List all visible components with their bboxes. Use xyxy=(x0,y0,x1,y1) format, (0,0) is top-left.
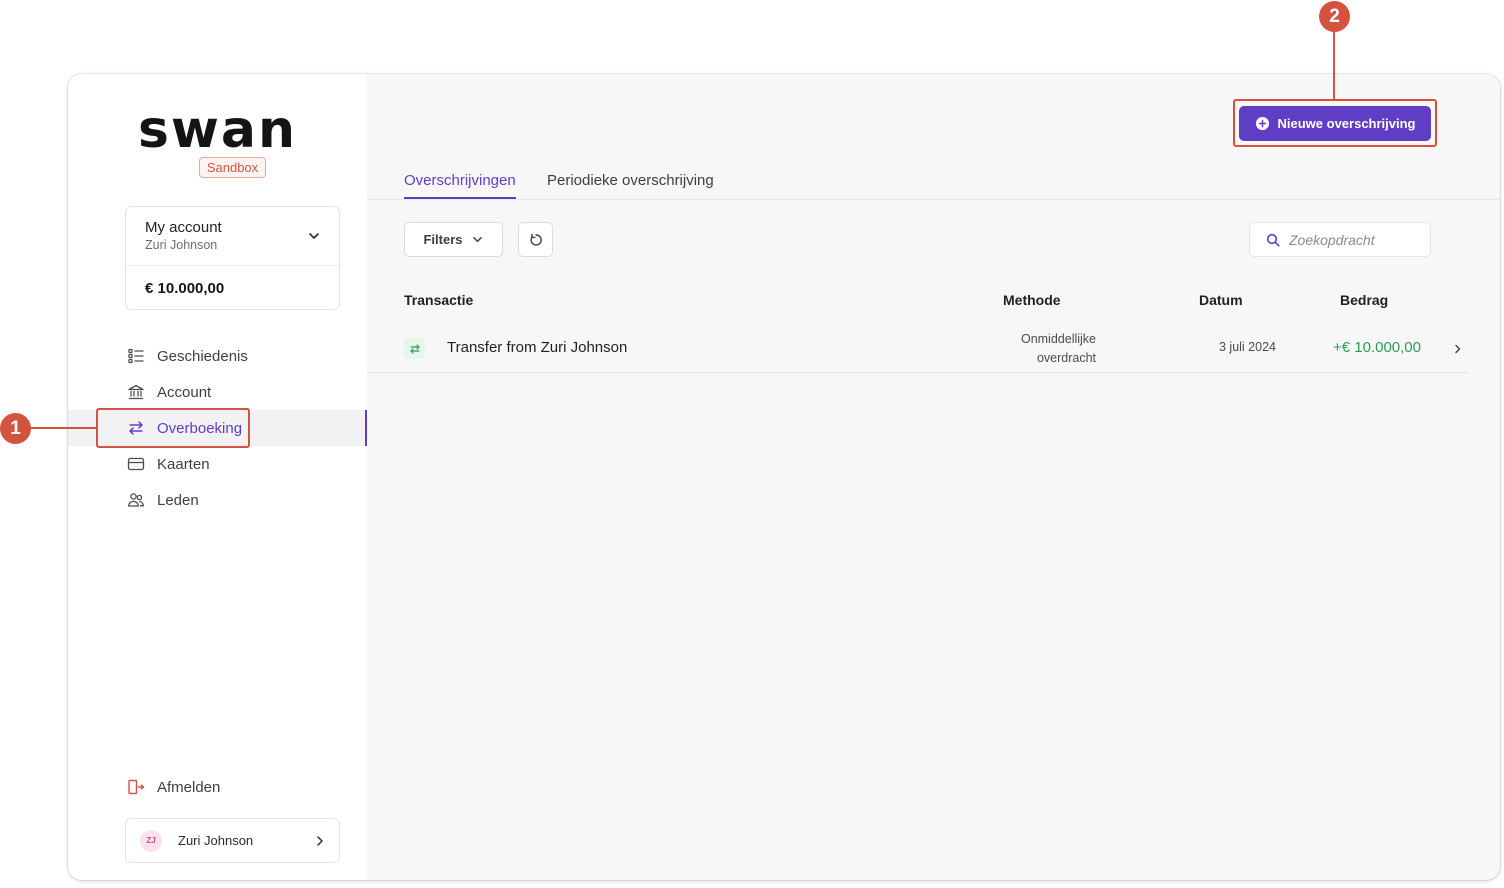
annotation-box-2 xyxy=(1233,99,1437,147)
sidebar-item-geschiedenis[interactable]: Geschiedenis xyxy=(68,338,367,374)
annotation-marker-2: 2 xyxy=(1319,1,1350,32)
annotation-box-1 xyxy=(96,408,250,448)
sidebar-item-label: Kaarten xyxy=(157,455,210,473)
tab-overschrijvingen[interactable]: Overschrijvingen xyxy=(404,172,516,199)
search-input[interactable] xyxy=(1289,231,1419,248)
filters-label: Filters xyxy=(423,232,463,247)
sidebar-item-label: Leden xyxy=(157,491,199,509)
transaction-method-line1: Onmiddellijke xyxy=(1020,332,1096,346)
table-row[interactable]: Transfer from Zuri Johnson Onmiddellijke… xyxy=(367,326,1468,373)
account-name: My account xyxy=(145,219,222,236)
members-icon xyxy=(128,493,144,507)
swan-logo: swan xyxy=(137,100,298,160)
search-icon xyxy=(1266,233,1280,247)
transaction-name: Transfer from Zuri Johnson xyxy=(447,339,628,356)
sandbox-badge: Sandbox xyxy=(199,157,266,178)
logout-label: Afmelden xyxy=(157,778,221,796)
refresh-icon xyxy=(529,233,542,246)
user-profile-card[interactable]: ZJ Zuri Johnson xyxy=(125,818,340,863)
transaction-amount: +€ 10.000,00 xyxy=(1332,339,1421,356)
main-content: Nieuwe overschrijving Overschrijvingen P… xyxy=(367,74,1500,880)
column-header-amount[interactable]: Bedrag xyxy=(1340,292,1388,308)
list-icon xyxy=(128,348,144,364)
app-window: swan Sandbox My account Zuri Johnson € 1… xyxy=(68,74,1500,880)
transaction-method-line2: overdracht xyxy=(1036,351,1096,365)
chevron-right-icon[interactable] xyxy=(1452,343,1464,355)
user-name: Zuri Johnson xyxy=(178,833,254,848)
chevron-right-icon xyxy=(317,836,323,846)
avatar: ZJ xyxy=(140,829,162,852)
account-balance: € 10.000,00 xyxy=(145,280,225,297)
account-switcher[interactable]: My account Zuri Johnson € 10.000,00 xyxy=(125,206,340,310)
sidebar: swan Sandbox My account Zuri Johnson € 1… xyxy=(68,74,367,880)
chevron-down-icon[interactable] xyxy=(307,229,321,243)
logout-icon xyxy=(128,779,145,795)
sidebar-item-label: Geschiedenis xyxy=(157,347,248,365)
logout-link[interactable]: Afmelden xyxy=(127,778,220,796)
annotation-line-1 xyxy=(30,427,96,429)
tab-bar: Overschrijvingen Periodieke overschrijvi… xyxy=(367,170,1500,200)
transfer-icon xyxy=(404,338,425,359)
column-header-transaction[interactable]: Transactie xyxy=(404,292,473,308)
sidebar-item-account[interactable]: Account xyxy=(68,374,367,410)
bank-icon xyxy=(128,384,144,400)
refresh-button[interactable] xyxy=(518,222,553,257)
column-header-method[interactable]: Methode xyxy=(1003,292,1061,308)
sidebar-item-leden[interactable]: Leden xyxy=(68,482,367,518)
card-icon xyxy=(127,457,145,471)
transaction-date: 3 juli 2024 xyxy=(1219,340,1276,354)
filters-button[interactable]: Filters xyxy=(404,222,503,257)
chevron-down-icon xyxy=(472,236,482,243)
annotation-line-2 xyxy=(1333,31,1335,99)
transaction-method: Onmiddellijke overdracht xyxy=(976,330,1096,368)
search-field[interactable] xyxy=(1249,222,1431,257)
sidebar-item-label: Account xyxy=(157,383,212,401)
column-header-date[interactable]: Datum xyxy=(1199,292,1243,308)
account-holder: Zuri Johnson xyxy=(145,238,218,252)
tab-periodieke-overschrijving[interactable]: Periodieke overschrijving xyxy=(547,172,714,197)
annotation-marker-1: 1 xyxy=(0,413,31,444)
sidebar-item-kaarten[interactable]: Kaarten xyxy=(68,446,367,482)
